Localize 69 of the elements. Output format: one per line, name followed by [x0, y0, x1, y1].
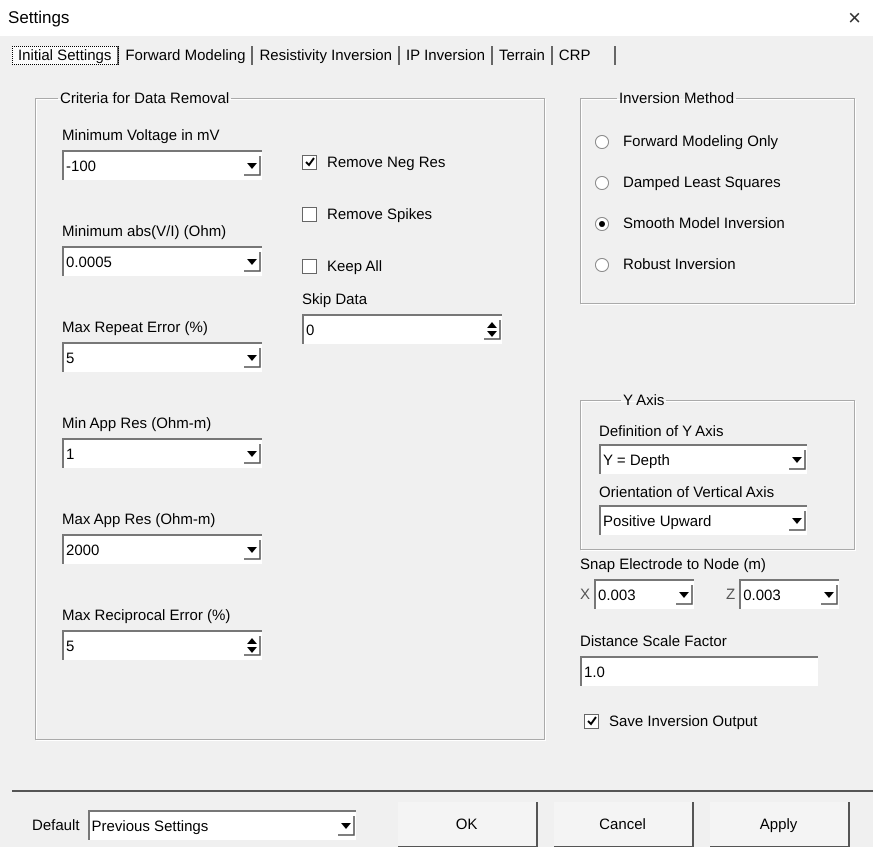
window-title: Settings	[8, 8, 70, 28]
tab[interactable]: Resistivity Inversion	[253, 46, 400, 64]
dropdown-field[interactable]: -100	[62, 150, 262, 180]
dropdown-arrow-icon[interactable]	[819, 584, 840, 606]
dropdown-field[interactable]: 0.003	[739, 579, 840, 609]
dialog-button[interactable]: Apply	[710, 802, 850, 847]
radio-button[interactable]	[595, 258, 609, 272]
field-label: Orientation of Vertical Axis	[599, 484, 776, 501]
field-label: Definition of Y Axis	[599, 423, 725, 440]
field-label: Max App Res (Ohm-m)	[62, 511, 216, 528]
dropdown-field[interactable]: Positive Upward	[599, 505, 807, 535]
dropdown-arrow-icon[interactable]	[787, 449, 807, 471]
dropdown-arrow-icon[interactable]	[242, 251, 262, 273]
radio-button[interactable]	[595, 176, 609, 190]
dialog-button[interactable]: OK	[398, 802, 538, 847]
dropdown-arrow-icon[interactable]	[787, 510, 807, 532]
dialog-button[interactable]: Cancel	[554, 802, 694, 847]
checkbox-label[interactable]: Keep All	[327, 258, 382, 274]
checkbox[interactable]	[302, 258, 317, 274]
checkbox[interactable]	[302, 154, 317, 170]
dropdown-field[interactable]: 0.0005	[62, 246, 262, 276]
group-title: Criteria for Data Removal	[59, 90, 230, 107]
field-label: Snap Electrode to Node (m)	[580, 556, 767, 573]
radio-label[interactable]: Robust Inversion	[623, 256, 736, 273]
tab[interactable]: Forward Modeling	[119, 46, 254, 64]
dropdown-arrow-icon[interactable]	[242, 347, 262, 369]
field-label: Max Reciprocal Error (%)	[62, 607, 232, 624]
dropdown-arrow-icon[interactable]	[242, 539, 262, 561]
dropdown-field[interactable]: 0.003	[594, 579, 694, 609]
radio-label[interactable]: Damped Least Squares	[623, 174, 781, 191]
field-label: Distance Scale Factor	[580, 633, 728, 650]
field-label: Max Repeat Error (%)	[62, 319, 209, 336]
checkbox-label[interactable]: Save Inversion Output	[609, 712, 758, 730]
checkbox-label[interactable]: Remove Neg Res	[327, 154, 446, 170]
default-label: Default	[32, 816, 80, 834]
axis-label: X	[580, 586, 590, 602]
checkbox[interactable]	[584, 714, 599, 728]
spinner-field[interactable]: 0	[302, 314, 502, 344]
dropdown-arrow-icon[interactable]	[242, 155, 262, 177]
dropdown-field[interactable]: Previous Settings	[88, 810, 356, 840]
dropdown-field[interactable]: 1	[62, 438, 262, 468]
field-label: Minimum abs(V/I) (Ohm)	[62, 223, 228, 240]
field-label: Min App Res (Ohm-m)	[62, 415, 212, 432]
radio-label[interactable]: Forward Modeling Only	[623, 133, 778, 150]
field-label: Skip Data	[302, 291, 368, 308]
axis-label: Z	[726, 586, 736, 602]
spinner-arrows-icon[interactable]	[242, 635, 262, 657]
spinner-field[interactable]: 5	[62, 630, 262, 660]
tab[interactable]: Initial Settings	[12, 46, 120, 64]
radio-button[interactable]	[595, 216, 609, 230]
checkbox[interactable]	[302, 206, 317, 222]
dropdown-field[interactable]: Y = Depth	[599, 444, 807, 474]
spinner-arrows-icon[interactable]	[482, 319, 502, 341]
checkbox-label[interactable]: Remove Spikes	[327, 206, 432, 222]
close-button[interactable]: ×	[844, 5, 865, 31]
tab[interactable]: Terrain	[492, 46, 553, 64]
dropdown-field[interactable]: 5	[62, 342, 262, 372]
group-title: Inversion Method	[618, 90, 736, 107]
tab[interactable]: IP Inversion	[400, 46, 493, 64]
dropdown-arrow-icon[interactable]	[242, 443, 262, 465]
radio-button[interactable]	[595, 134, 609, 148]
field-label: Minimum Voltage in mV	[62, 127, 221, 144]
tab[interactable]: CRP	[552, 46, 616, 64]
radio-label[interactable]: Smooth Model Inversion	[623, 215, 785, 232]
group-title: Y Axis	[622, 392, 666, 409]
dropdown-field[interactable]: 2000	[62, 534, 262, 564]
input-field[interactable]: 1.0	[580, 656, 818, 686]
dropdown-arrow-icon[interactable]	[336, 815, 356, 837]
dropdown-arrow-icon[interactable]	[674, 584, 694, 606]
